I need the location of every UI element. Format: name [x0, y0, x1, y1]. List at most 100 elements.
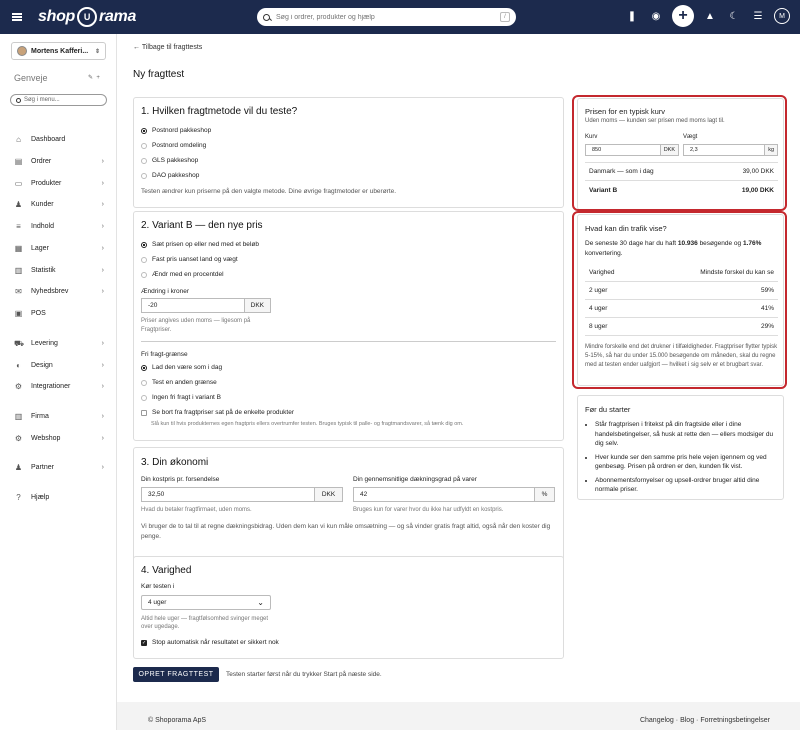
sidebar-item-label: Produkter: [31, 179, 62, 187]
plus-icon[interactable]: +: [96, 75, 100, 81]
sidebar-item-label: Partner: [31, 463, 54, 471]
changelog-link[interactable]: Changelog: [640, 717, 674, 724]
logo-mark: U: [77, 7, 98, 27]
customers-icon: ♟: [14, 199, 23, 209]
highlight-outline: [572, 95, 787, 211]
chevron-right-icon: ›: [101, 382, 104, 390]
global-search[interactable]: /: [257, 8, 516, 26]
logo[interactable]: shop U rama: [34, 7, 254, 27]
sidebar-item-partner[interactable]: ♟ Partner ›: [14, 460, 104, 474]
sidebar-item-label: Statistik: [31, 266, 56, 274]
separator: ·: [675, 717, 679, 724]
home-icon: ⌂: [16, 134, 21, 144]
radio-option[interactable]: DAO pakkeshop: [141, 168, 211, 183]
divider: [141, 341, 556, 342]
pencil-icon[interactable]: ✎: [88, 75, 93, 81]
integrations-icon: ⚙: [14, 381, 23, 391]
sidebar-item-dashboard[interactable]: ⌂ Dashboard: [14, 132, 104, 146]
menu-search[interactable]: Søg i menu...: [10, 94, 107, 106]
radio-option[interactable]: Postnord pakkeshop: [141, 123, 211, 138]
global-search-input[interactable]: [276, 13, 500, 21]
add-button[interactable]: +: [672, 5, 694, 27]
radio-option[interactable]: Test en anden grænse: [141, 375, 222, 390]
margin-input[interactable]: 42 %: [353, 487, 555, 502]
before-list: Står fragtprisen i fritekst på din fragt…: [585, 420, 780, 499]
change-value: -20: [148, 302, 158, 309]
pos-icon: ▣: [14, 308, 23, 318]
margin-help: Bruges kun for varer hvor du ikke har ud…: [353, 507, 504, 513]
radio-option[interactable]: Ingen fri fragt i variant B: [141, 390, 222, 405]
stats-icon: ▥: [14, 265, 23, 275]
pin-icon[interactable]: ❚: [624, 11, 640, 22]
radio-label: Sæt prisen op eller ned med et beløb: [152, 241, 259, 248]
margin-label: Din gennemsnitlige dækningsgrad på varer: [353, 476, 477, 483]
radio-option[interactable]: GLS pakkeshop: [141, 153, 211, 168]
store-logo-icon: [17, 46, 27, 56]
sidebar-item-statistik[interactable]: ▥ Statistik ›: [14, 263, 104, 277]
help-icon: ?: [16, 492, 21, 502]
radio-option[interactable]: Ændr med en procentdel: [141, 267, 259, 282]
sidebar-item-nyhedsbrev[interactable]: ✉ Nyhedsbrev ›: [14, 284, 104, 298]
sidebar-item-design[interactable]: ◐ Design ›: [14, 358, 104, 372]
separator: ·: [696, 717, 699, 724]
sidebar-item-levering[interactable]: ⛟ Levering ›: [14, 336, 104, 350]
radio-label: Test en anden grænse: [152, 379, 217, 386]
change-unit: DKK: [243, 299, 270, 312]
change-amount-input[interactable]: -20 DKK: [141, 298, 271, 313]
ignore-product-shipping-checkbox[interactable]: Se bort fra fragtpriser sat på de enkelt…: [141, 409, 294, 416]
radio-option[interactable]: Lad den være som i dag: [141, 360, 222, 375]
radio-label: Ændr med en procentdel: [152, 271, 224, 278]
cost-value: 32,50: [148, 491, 165, 498]
radio-label: Postnord omdeling: [152, 142, 207, 149]
menu-search-placeholder: Søg i menu...: [24, 97, 60, 103]
menu-icon[interactable]: [0, 0, 34, 34]
section-variant-b: 2. Variant B — den nye pris Sæt prisen o…: [133, 211, 564, 441]
margin-value: 42: [360, 491, 368, 498]
section-shipping-method: 1. Hvilken fragtmetode vil du teste? Pos…: [133, 97, 564, 208]
section-title: 4. Varighed: [141, 565, 192, 576]
cost-help: Hvad du betaler fragtfirmaet, uden moms.: [141, 507, 252, 513]
list-item: Hver kunde ser den samme pris hele vejen…: [595, 453, 780, 472]
sidebar-item-kunder[interactable]: ♟ Kunder ›: [14, 197, 104, 211]
chevron-right-icon: ›: [101, 287, 104, 295]
create-note: Testen starter først når du trykker Star…: [226, 671, 382, 678]
sidebar-item-indhold[interactable]: ≡ Indhold ›: [14, 219, 104, 233]
sidebar-item-label: Kunder: [31, 200, 54, 208]
sidebar-item-pos[interactable]: ▣ POS: [14, 306, 104, 320]
create-test-button[interactable]: OPRET FRAGTTEST: [133, 667, 219, 682]
sidebar-item-label: Lager: [31, 244, 49, 252]
sidebar-item-produkter[interactable]: ▭ Produkter ›: [14, 176, 104, 190]
sidebar-item-label: Ordrer: [31, 157, 52, 165]
sidebar-item-integrationer[interactable]: ⚙ Integrationer ›: [14, 379, 104, 393]
list-icon[interactable]: ☰: [750, 11, 766, 22]
blog-link[interactable]: Blog: [680, 717, 694, 724]
bell-icon[interactable]: ▲: [702, 11, 718, 22]
moon-icon[interactable]: ☾: [726, 11, 742, 22]
section-title: 1. Hvilken fragtmetode vil du teste?: [141, 106, 298, 117]
terms-link[interactable]: Forretningsbetingelser: [700, 717, 770, 724]
sidebar-item-hjælp[interactable]: ? Hjælp: [14, 490, 104, 504]
sidebar-item-ordrer[interactable]: ▤ Ordrer ›: [14, 154, 104, 168]
store-selector[interactable]: Mortens Kafferi... ⇕: [11, 42, 106, 60]
eye-icon[interactable]: ◉: [648, 11, 664, 22]
radio-unselected-icon: [141, 157, 147, 164]
avatar[interactable]: M: [774, 8, 790, 24]
radio-option[interactable]: Postnord omdeling: [141, 138, 211, 153]
duration-select[interactable]: 4 uger ⌄: [141, 595, 271, 610]
radio-option[interactable]: Fast pris uanset land og vægt: [141, 252, 259, 267]
sidebar-item-lager[interactable]: ▦ Lager ›: [14, 241, 104, 255]
sidebar-item-label: Design: [31, 361, 53, 369]
sidebar-item-webshop[interactable]: ⚙ Webshop ›: [14, 431, 104, 445]
shortcuts-title: Genveje: [14, 73, 48, 83]
chevron-right-icon: ›: [101, 179, 104, 187]
section-title: 2. Variant B — den nye pris: [141, 220, 263, 231]
chevron-right-icon: ›: [101, 157, 104, 165]
cost-input[interactable]: 32,50 DKK: [141, 487, 343, 502]
back-link[interactable]: ← Tilbage til fragttests: [133, 44, 202, 51]
sidebar-item-firma[interactable]: ▥ Firma ›: [14, 409, 104, 423]
auto-stop-checkbox[interactable]: ✓ Stop automatisk når resultatet er sikk…: [141, 639, 279, 646]
company-icon: ▥: [14, 411, 23, 421]
footer: © Shoporama ApS Changelog · Blog · Forre…: [117, 702, 800, 730]
radio-option[interactable]: Sæt prisen op eller ned med et beløb: [141, 237, 259, 252]
radio-selected-icon: [141, 241, 147, 248]
